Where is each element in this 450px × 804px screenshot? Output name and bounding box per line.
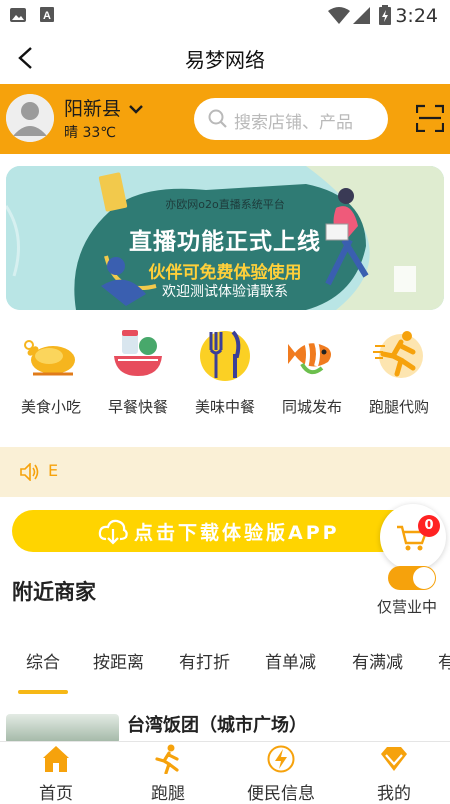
filter-tab-all[interactable]: 综合 <box>26 648 60 673</box>
gallery-icon <box>10 8 26 22</box>
tab-label: 我的 <box>377 784 411 804</box>
status-bar: A 3:24 <box>0 0 450 32</box>
cloud-download-icon <box>98 519 128 545</box>
tab-label: 首页 <box>39 784 73 804</box>
home-icon <box>43 746 69 772</box>
weather-text: 晴 33℃ <box>64 125 116 141</box>
category-label: 同城发布 <box>281 398 342 416</box>
download-app-button[interactable]: 点击下载体验版APP <box>12 510 438 552</box>
speaker-icon <box>20 463 39 481</box>
diamond-icon <box>381 747 407 771</box>
tab-label: 跑腿 <box>151 784 185 804</box>
user-avatar-icon <box>6 94 54 142</box>
svg-text:A: A <box>43 10 51 22</box>
roast-chicken-icon <box>24 340 75 376</box>
cart-button[interactable] <box>380 504 446 570</box>
title-bar: 易梦网络 <box>0 32 450 84</box>
promo-banner[interactable]: 亦欧网o2o直播系统平台 直播功能正式上线 伙伴可免费体验使用 欢迎测试体验请联… <box>6 166 444 310</box>
search-icon <box>208 109 227 128</box>
runner-icon <box>155 744 179 775</box>
scan-icon[interactable] <box>416 104 444 132</box>
banner-line-white: 欢迎测试体验请联系 <box>162 284 288 300</box>
banner-line-small: 亦欧网o2o直播系统平台 <box>165 198 285 211</box>
city-selector[interactable]: 阳新县 <box>64 94 143 121</box>
category-label: 美味中餐 <box>194 398 255 416</box>
active-tab-indicator <box>18 690 68 694</box>
tab-mine[interactable]: 我的 <box>338 742 450 804</box>
cart-count-badge: 0 <box>418 515 440 537</box>
search-placeholder: 搜索店铺、产品 <box>234 113 353 133</box>
page-title: 易梦网络 <box>185 48 265 72</box>
shop-thumbnail[interactable] <box>6 714 119 744</box>
clock: 3:24 <box>395 5 438 27</box>
category-item-chinese-food[interactable]: 美味中餐 <box>180 324 270 424</box>
runner-icon <box>373 331 423 378</box>
notice-bar[interactable]: E <box>0 447 450 497</box>
notice-text: E <box>48 461 59 480</box>
city-name: 阳新县 <box>64 98 122 120</box>
fork-knife-icon <box>200 330 250 381</box>
filter-tab-first-order[interactable]: 首单减 <box>265 648 316 673</box>
tab-home[interactable]: 首页 <box>0 742 112 804</box>
shop-name[interactable]: 台湾饭团（城市广场） <box>127 711 307 737</box>
filter-tab-discount[interactable]: 有打折 <box>179 648 230 673</box>
filter-tab-more[interactable]: 有 <box>438 648 450 673</box>
banner-line-yellow: 伙伴可免费体验使用 <box>148 263 302 283</box>
search-input[interactable]: 搜索店铺、产品 <box>194 98 388 140</box>
toggle-knob <box>413 567 435 589</box>
download-label: 点击下载体验版APP <box>134 522 340 544</box>
signal-icon <box>353 7 370 24</box>
category-item-food-snacks[interactable]: 美食小吃 <box>6 324 96 424</box>
text-app-icon: A <box>40 7 54 22</box>
battery-icon <box>379 5 391 25</box>
category-label: 跑腿代购 <box>368 398 429 416</box>
category-label: 早餐快餐 <box>107 398 168 416</box>
bottom-tab-bar: 首页 跑腿 便民信息 我的 <box>0 741 450 804</box>
location-bar: 阳新县 晴 33℃ 搜索店铺、产品 <box>0 84 450 154</box>
lightning-icon <box>267 745 295 773</box>
category-item-errands[interactable]: 跑腿代购 <box>354 324 444 424</box>
wifi-icon <box>328 7 350 24</box>
tab-local-info[interactable]: 便民信息 <box>225 742 337 804</box>
clownfish-icon <box>288 341 331 375</box>
nearby-shops-title: 附近商家 <box>12 580 96 604</box>
chevron-down-icon <box>129 105 143 114</box>
open-only-label: 仅营业中 <box>377 598 438 616</box>
category-label: 美食小吃 <box>20 398 81 416</box>
banner-headline: 直播功能正式上线 <box>129 229 321 255</box>
tab-errands[interactable]: 跑腿 <box>112 742 224 804</box>
open-only-toggle[interactable] <box>388 566 436 590</box>
filter-tab-distance[interactable]: 按距离 <box>93 648 144 673</box>
category-item-local-posts[interactable]: 同城发布 <box>267 324 357 424</box>
tab-label: 便民信息 <box>247 784 315 804</box>
avatar[interactable] <box>6 94 54 142</box>
breakfast-bowl-icon <box>114 330 162 376</box>
category-item-breakfast[interactable]: 早餐快餐 <box>93 324 183 424</box>
filter-tab-full-reduction[interactable]: 有满减 <box>352 648 403 673</box>
